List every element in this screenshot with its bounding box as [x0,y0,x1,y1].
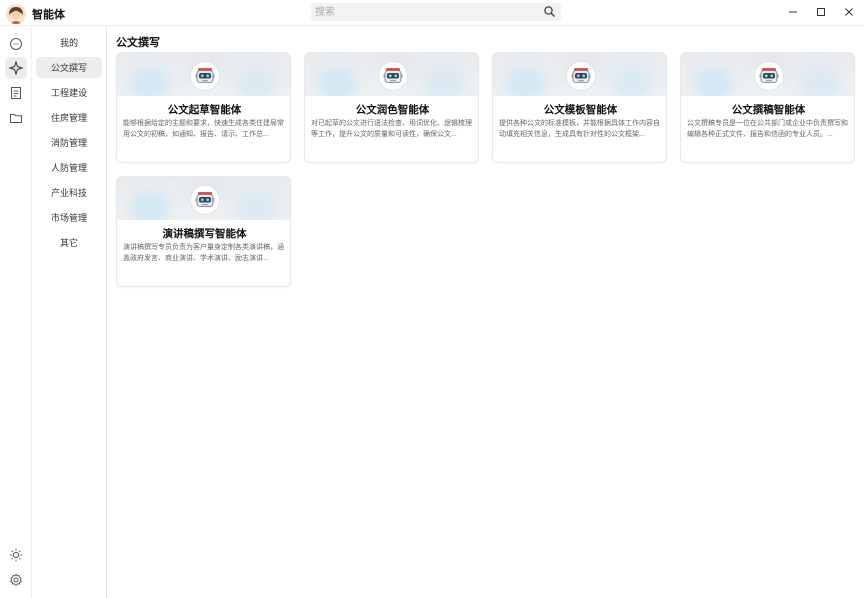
agent-card[interactable]: 公文起草智能体 能够根据给定的主题和要求，快速生成各类住建局常用公文的初稿，如通… [116,52,291,163]
agent-card[interactable]: 演讲稿撰写智能体 演讲稿撰写专员负责为客户量身定制各类演讲稿，涵盖政府发言、商业… [116,176,291,287]
section-title: 公文撰写 [116,37,160,49]
card-title: 公文起草智能体 [167,104,242,116]
document-icon [11,87,21,99]
category-nav: 我的 公文撰写 工程建设 住房管理 消防管理 人防管理 产业科技 市场管理 其它 [32,26,107,598]
card-description: 提供各种公文的标准模板，并能根据具体工作内容自动填充相关信息，生成具有针对性的公… [499,120,660,138]
category-mine[interactable]: 我的 [36,32,102,53]
robot-icon [190,61,220,91]
title-bar: 智能体 [0,0,864,26]
category-other[interactable]: 其它 [36,232,102,253]
agent-card[interactable]: 公文润色智能体 对已起草的公文进行语法检查、用词优化、逻辑梳理等工作，提升公文的… [304,52,479,163]
close-icon [845,8,853,16]
close-button[interactable] [838,2,860,22]
main-content: 公文撰写 公文起草智能体 能够根据给定的主题和要求，快速生成各类住建局常用公文的… [107,26,864,598]
card-title: 公文模板智能体 [543,104,618,116]
card-title: 公文撰稿智能体 [731,104,806,116]
category-civil-defense[interactable]: 人防管理 [36,157,102,178]
category-document-writing[interactable]: 公文撰写 [36,57,102,78]
folder-icon [10,114,22,123]
theme-toggle-button[interactable] [5,544,27,566]
agent-card[interactable]: 公文模板智能体 提供各种公文的标准模板，并能根据具体工作内容自动填充相关信息，生… [492,52,667,163]
robot-icon [190,185,220,215]
chat-nav-button[interactable] [5,33,27,55]
card-description: 对已起草的公文进行语法检查、用词优化、逻辑梳理等工作，提升公文的质量和可读性，确… [311,120,472,138]
category-engineering[interactable]: 工程建设 [36,82,102,103]
chat-icon [10,38,22,50]
card-title: 公文润色智能体 [355,104,430,116]
category-market[interactable]: 市场管理 [36,207,102,228]
sparkle-icon [9,61,23,75]
app-avatar-icon[interactable] [6,4,26,24]
category-fire-safety[interactable]: 消防管理 [36,132,102,153]
agent-card[interactable]: 公文撰稿智能体 公文撰稿专员是一位在公共部门或企业中负责撰写和编辑各种正式文件、… [680,52,855,163]
search-icon[interactable] [543,5,556,18]
knowledge-nav-button[interactable] [5,82,27,104]
maximize-button[interactable] [810,2,832,22]
app-title: 智能体 [32,9,65,21]
card-title: 演讲稿撰写智能体 [162,228,247,240]
theme-sun-icon [9,548,23,562]
category-industry-tech[interactable]: 产业科技 [36,182,102,203]
card-description: 公文撰稿专员是一位在公共部门或企业中负责撰写和编辑各种正式文件、报告和信函的专业… [687,120,848,138]
settings-button[interactable] [5,569,27,591]
minimize-icon [789,11,797,13]
card-description: 演讲稿撰写专员负责为客户量身定制各类演讲稿，涵盖政府发言、商业演讲、学术演讲、励… [123,244,284,262]
card-description: 能够根据给定的主题和要求，快速生成各类住建局常用公文的初稿，如通知、报告、请示、… [123,120,284,138]
files-nav-button[interactable] [5,107,27,129]
icon-rail [0,26,32,598]
robot-icon [566,61,596,91]
robot-icon [378,61,408,91]
agent-nav-button[interactable] [5,57,27,79]
search-input[interactable] [315,4,535,20]
search-box[interactable] [311,3,561,21]
settings-gear-icon [9,573,23,587]
category-housing[interactable]: 住房管理 [36,107,102,128]
minimize-button[interactable] [782,2,804,22]
maximize-icon [817,8,825,16]
robot-icon [754,61,784,91]
